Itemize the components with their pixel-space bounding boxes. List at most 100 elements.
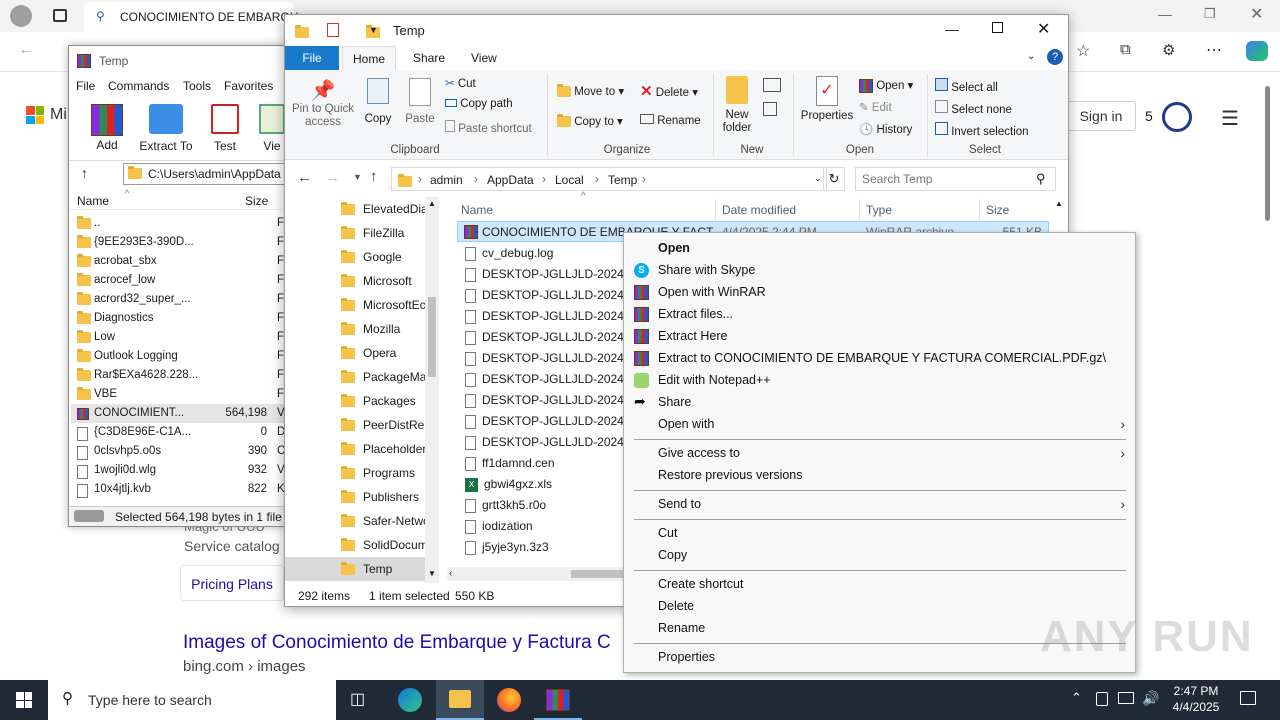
winrar-file-row[interactable]: 0clsvhp5.o0s 390 C [71,442,285,461]
col-size[interactable]: Size [245,194,268,208]
view-button[interactable]: Vie [257,104,287,153]
winrar-path-field[interactable]: C:\Users\admin\AppData [123,163,285,185]
minimize-icon[interactable]: — [945,21,959,37]
menu-copy[interactable]: Copy [624,544,1135,566]
file-list-hscroll[interactable]: ‹ [447,567,637,581]
easy-access-button[interactable] [763,102,777,116]
open-button[interactable]: Open ▾ [859,78,913,93]
winrar-taskbar-button[interactable] [534,680,582,720]
file-row[interactable]: grtt3kh5.r0o [455,495,625,516]
rename-button[interactable]: Rename [640,114,701,127]
menu-share-skype[interactable]: S Share with Skype [624,259,1135,281]
col-size-header[interactable]: Size [986,203,1009,217]
taskbar-search-box[interactable]: ⚲ Type here to search [48,680,336,720]
delete-button[interactable]: ✕ Delete ▾ [640,82,698,100]
nav-item[interactable]: Programs [285,461,425,485]
file-row[interactable]: DESKTOP-JGLLJLD-2024030 [455,348,625,369]
edge-taskbar-icon[interactable] [398,688,422,712]
winrar-file-row[interactable]: acrobat_sbx F [71,252,285,271]
menu-share[interactable]: ➦ Share [624,391,1135,413]
col-name[interactable]: Name [77,194,109,208]
menu-open-with[interactable]: Open with › [624,413,1135,435]
col-name-header[interactable]: Name [461,203,493,217]
winrar-file-row[interactable]: Low F [71,328,285,347]
up-arrow-icon[interactable]: ↑ [370,168,378,185]
profile-avatar[interactable] [10,5,32,27]
select-none-button[interactable]: Select none [935,100,1012,116]
nav-item[interactable]: SolidDocum [285,533,425,557]
move-to-button[interactable]: Move to ▾ [557,84,624,98]
nav-item[interactable]: Safer-Netwo [285,509,425,533]
file-row[interactable]: iodization [455,516,625,537]
copy-button[interactable]: Copy [361,78,395,125]
file-row[interactable]: DESKTOP-JGLLJLD-2024030 [455,432,625,453]
nav-item[interactable]: MicrosoftEc [285,293,425,317]
pricing-plans-button[interactable]: Pricing Plans [180,565,284,601]
winrar-file-row[interactable]: acrord32_super_... F [71,290,285,309]
copy-to-button[interactable]: Copy to ▾ [557,114,623,128]
extensions-icon[interactable]: ⚙ [1162,41,1175,59]
winrar-file-row[interactable]: 10x4jtlj.kvb 822 K [71,480,285,499]
menu-edit-notepad[interactable]: Edit with Notepad++ [624,369,1135,391]
clock[interactable]: 2:47 PM 4/4/2025 [1164,683,1228,715]
file-row[interactable]: DESKTOP-JGLLJLD-2024030 [455,411,625,432]
minimize-icon[interactable]: — [1158,6,1172,22]
browser-tab[interactable]: ⚲ CONOCIMIENTO DE EMBARQU [84,2,298,32]
extract-to-button[interactable]: Extract To [139,104,193,153]
menu-restore-versions[interactable]: Restore previous versions [624,464,1135,486]
tab-share[interactable]: Share [413,51,445,65]
file-row[interactable]: DESKTOP-JGLLJLD-2024030 [455,285,625,306]
refresh-button[interactable]: ↻ [823,167,845,191]
qat-dropdown-icon[interactable]: ▼ [369,25,378,35]
select-all-button[interactable]: Select all [935,78,998,94]
hamburger-menu-icon[interactable]: ☰ [1221,106,1239,131]
file-row[interactable]: DESKTOP-JGLLJLD-2024030 [455,390,625,411]
col-date-header[interactable]: Date modified [722,203,796,217]
task-view-icon[interactable]: ◫ [350,689,365,709]
collections-icon[interactable]: ⧉ [1120,41,1131,58]
notification-icon[interactable] [1240,691,1256,705]
menu-extract-to[interactable]: Extract to CONOCIMIENTO DE EMBARQUE Y FA… [624,347,1135,369]
back-icon[interactable]: ← [18,41,34,59]
network-icon[interactable] [1118,692,1134,704]
restore-icon[interactable]: ❐ [1204,6,1216,22]
winrar-file-row[interactable]: acrocef_low F [71,271,285,290]
pin-quick-access-button[interactable]: 📌 Pin to Quick access [291,78,355,142]
file-row[interactable]: DESKTOP-JGLLJLD-2024030 [455,264,625,285]
images-heading-link[interactable]: Images of Conocimiento de Embarque y Fac… [183,632,623,654]
rewards-icon[interactable] [1162,102,1192,132]
nav-item[interactable]: PeerDistRep [285,413,425,437]
winrar-file-row[interactable]: Outlook Logging F [71,347,285,366]
copy-path-button[interactable]: Copy path [445,98,513,110]
file-row[interactable]: j5yje3yn.3z3 [455,537,625,558]
close-icon[interactable]: ✕ [1250,4,1263,24]
nav-item[interactable]: ElevatedDia [285,197,425,221]
tab-home[interactable]: Home [342,46,396,70]
nav-scrollbar[interactable]: ▲ ▼ [425,197,439,583]
menu-cut[interactable]: Cut [624,522,1135,544]
crumb-appdata[interactable]: AppData [487,173,534,187]
tray-chevron-icon[interactable]: ⌃ [1071,690,1082,706]
up-arrow-icon[interactable]: ↑ [81,165,88,181]
ribbon-collapse-icon[interactable]: ⌄ [1027,51,1035,62]
menu-file[interactable]: File [76,79,95,93]
cut-button[interactable]: ✂ Cut [445,76,476,90]
search-input[interactable] [862,172,1022,186]
menu-tools[interactable]: Tools [183,79,211,93]
winrar-file-row[interactable]: VBE F [71,385,285,404]
winrar-file-row[interactable]: {9EE293E3-390D... F [71,233,285,252]
new-folder-button[interactable]: New folder [719,76,755,135]
maximize-icon[interactable] [992,22,1003,33]
paste-shortcut-button[interactable]: Paste shortcut [445,120,532,135]
explorer-taskbar-button[interactable] [436,680,484,720]
file-row[interactable]: ff1damnd.cen [455,453,625,474]
menu-open[interactable]: Open [624,237,1135,259]
file-row[interactable]: DESKTOP-JGLLJLD-2024030 [455,327,625,348]
file-row[interactable]: DESKTOP-JGLLJLD-2024030 [455,306,625,327]
menu-send-to[interactable]: Send to › [624,493,1135,515]
nav-item[interactable]: Opera [285,341,425,365]
menu-extract-here[interactable]: Extract Here [624,325,1135,347]
nav-item[interactable]: FileZilla [285,221,425,245]
tab-file[interactable]: File [285,46,339,70]
tray-device-icon[interactable] [1096,692,1108,706]
